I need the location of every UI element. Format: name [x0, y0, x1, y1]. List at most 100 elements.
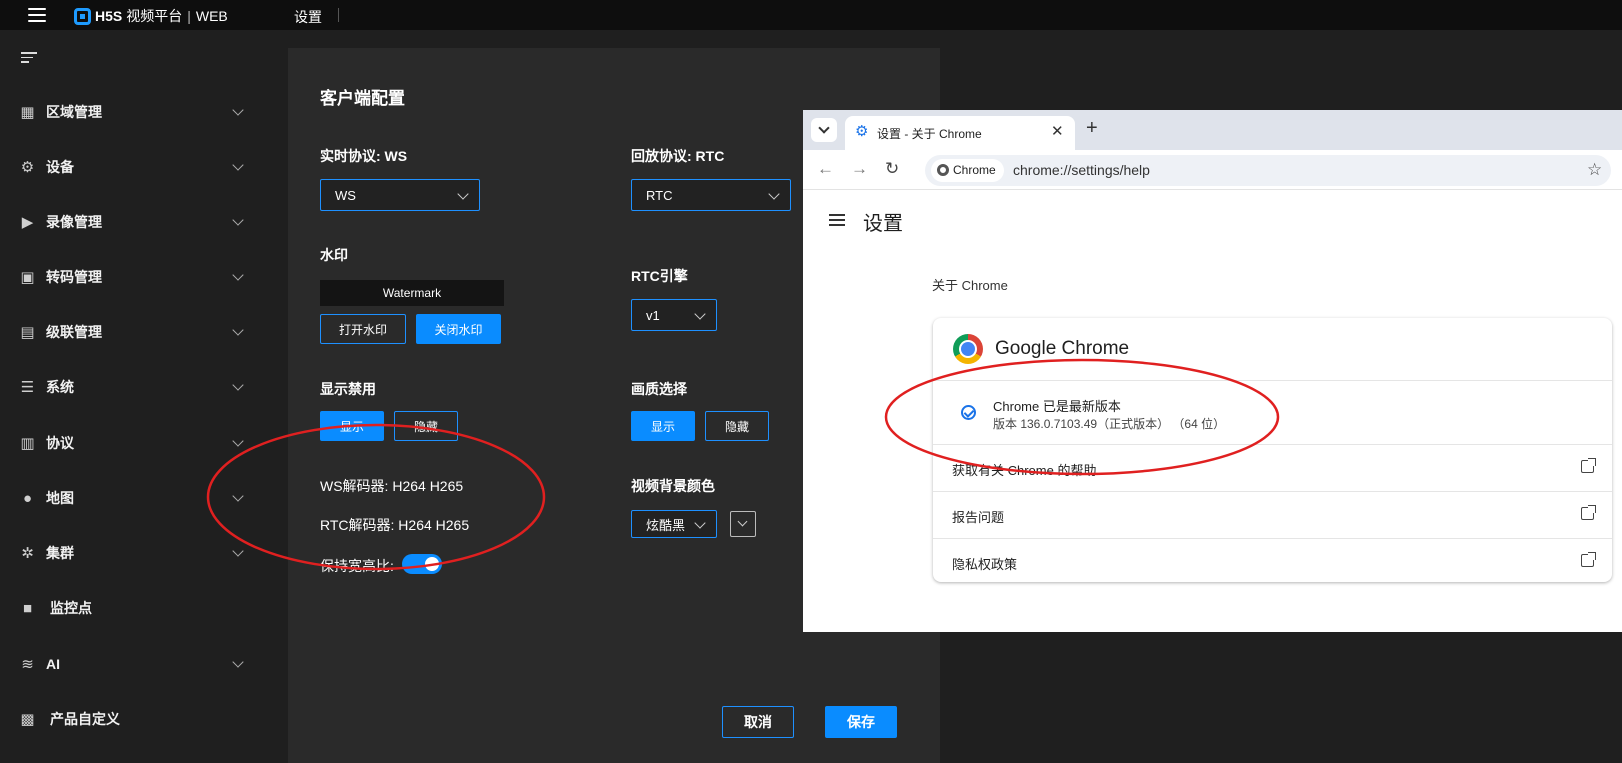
chevron-down-icon [232, 544, 244, 557]
sidebar-item-region[interactable]: ▦ 区域管理 [0, 92, 268, 132]
chevron-down-icon [232, 213, 244, 226]
playback-protocol-select[interactable]: RTC [631, 179, 791, 211]
privacy-policy-row[interactable]: 隐私权政策 [933, 539, 1612, 585]
custom-icon: ▩ [20, 711, 35, 728]
sidebar-item-map[interactable]: ● 地图 [0, 478, 268, 518]
watermark-preview: Watermark [320, 280, 504, 306]
help-link-row[interactable]: 获取有关 Chrome 的帮助 [933, 445, 1612, 491]
new-tab-icon[interactable]: + [1086, 118, 1098, 138]
chevron-down-icon [232, 103, 244, 116]
report-issue-row[interactable]: 报告问题 [933, 492, 1612, 538]
keep-ratio-toggle[interactable] [402, 554, 442, 574]
tab-strip: ⚙ 设置 - 关于 Chrome ✕ + [803, 110, 1622, 150]
close-watermark-button[interactable]: 关闭水印 [416, 314, 501, 344]
brand-separator: | [187, 8, 191, 24]
open-watermark-button[interactable]: 打开水印 [320, 314, 406, 344]
sidebar-item-product-custom[interactable]: ▩ 产品自定义 [0, 699, 268, 739]
link-label: 隐私权政策 [952, 557, 1018, 572]
display-disable-label: 显示禁用 [320, 381, 376, 397]
sidebar-item-label: 地图 [46, 490, 74, 506]
browser-toolbar: ← → ↻ Chrome chrome://settings/help ☆ [803, 150, 1622, 190]
chevron-down-icon [232, 434, 244, 447]
quality-show-button[interactable]: 显示 [631, 411, 695, 441]
camera-icon: ■ [22, 599, 33, 617]
cancel-button[interactable]: 取消 [722, 706, 794, 738]
sidebar-item-transcode[interactable]: ▣ 转码管理 [0, 257, 268, 297]
quality-label: 画质选择 [631, 381, 687, 397]
brand-name: 视频平台 [126, 8, 183, 24]
rtc-engine-select[interactable]: v1 [631, 299, 717, 331]
select-value: WS [335, 187, 356, 203]
settings-title: 设置 [863, 213, 903, 235]
chevron-down-icon [232, 158, 244, 171]
bookmark-star-icon[interactable]: ☆ [1587, 160, 1602, 180]
open-external-icon [1581, 552, 1596, 567]
cascade-icon: ▤ [20, 324, 35, 341]
document-icon: ▥ [20, 435, 35, 452]
chrome-window: ⚙ 设置 - 关于 Chrome ✕ + ← → ↻ Chrome chrome… [803, 110, 1622, 632]
site-chip[interactable]: Chrome [931, 159, 1004, 182]
brand-bold: H5S [95, 8, 123, 24]
sidebar-item-label: 转码管理 [46, 269, 102, 285]
chevron-down-icon [694, 308, 706, 320]
tab-settings[interactable]: ⚙ 设置 - 关于 Chrome ✕ [845, 116, 1075, 150]
sidebar-item-system[interactable]: ☰ 系统 [0, 367, 268, 407]
chevron-down-icon [694, 517, 706, 529]
sidebar-item-cascade[interactable]: ▤ 级联管理 [0, 312, 268, 352]
product-name: Google Chrome [995, 338, 1130, 359]
play-icon: ▶ [21, 214, 34, 231]
settings-menu-icon[interactable] [829, 214, 845, 226]
divider [933, 380, 1612, 381]
select-value: RTC [646, 187, 673, 203]
sidebar-item-label: 录像管理 [46, 214, 102, 230]
update-status: Chrome 已是最新版本 [993, 399, 1121, 414]
realtime-protocol-select[interactable]: WS [320, 179, 480, 211]
sidebar-item-monitor-point[interactable]: ■ 监控点 [0, 588, 268, 628]
keep-ratio-label: 保持宽高比: [320, 558, 394, 574]
display-show-button[interactable]: 显示 [320, 411, 384, 441]
tab-search-icon[interactable] [811, 118, 837, 142]
bg-color-label: 视频背景颜色 [631, 478, 715, 494]
save-button[interactable]: 保存 [825, 706, 897, 738]
sidebar-item-protocol[interactable]: ▥ 协议 [0, 423, 268, 463]
gear-icon: ⚙ [855, 123, 869, 140]
logo-mark-icon [74, 7, 91, 25]
display-hide-button[interactable]: 隐藏 [394, 411, 458, 441]
top-divider [338, 8, 339, 22]
url-text[interactable]: chrome://settings/help [1013, 162, 1150, 178]
gear-icon: ⚙ [20, 159, 35, 176]
panel-title: 客户端配置 [320, 89, 405, 108]
sidebar-item-label: AI [46, 656, 60, 672]
sidebar-item-ai[interactable]: ≋ AI [0, 644, 268, 684]
chrome-logo-icon [953, 334, 983, 364]
rtc-decoder-text: RTC解码器: H264 H265 [320, 517, 470, 533]
top-bar: H5S 视频平台 | WEB 设置 [0, 0, 1622, 30]
sidebar-item-cluster[interactable]: ✲ 集群 [0, 533, 268, 573]
sidebar-item-label: 监控点 [50, 600, 92, 616]
collapse-menu-icon[interactable] [21, 52, 37, 64]
bg-color-select[interactable]: 炫酷黑 [631, 510, 717, 538]
forward-icon[interactable]: → [851, 159, 868, 179]
chevron-down-icon [457, 188, 469, 200]
reload-icon[interactable]: ↻ [885, 159, 899, 179]
quality-hide-button[interactable]: 隐藏 [705, 411, 769, 441]
chevron-down-icon [232, 268, 244, 281]
playback-protocol-label: 回放协议: RTC [631, 148, 725, 164]
version-text: 版本 136.0.7103.49（正式版本） （64 位） [993, 417, 1226, 431]
watermark-label: 水印 [320, 247, 348, 263]
rtc-engine-label: RTC引擎 [631, 268, 688, 284]
open-external-icon [1581, 505, 1596, 520]
realtime-protocol-label: 实时协议: WS [320, 148, 408, 164]
sidebar-item-label: 设备 [46, 159, 74, 175]
back-icon[interactable]: ← [817, 159, 834, 179]
about-chrome-label: 关于 Chrome [932, 278, 1008, 293]
sliders-icon: ☰ [20, 379, 35, 396]
color-picker-swatch[interactable] [730, 511, 756, 537]
sidebar-item-device[interactable]: ⚙ 设备 [0, 147, 268, 187]
sidebar-item-label: 产品自定义 [50, 711, 120, 727]
transcode-icon: ▣ [20, 269, 35, 286]
sidebar-item-recording[interactable]: ▶ 录像管理 [0, 202, 268, 242]
close-icon[interactable]: ✕ [1051, 122, 1064, 140]
address-bar[interactable]: Chrome chrome://settings/help ☆ [925, 155, 1611, 186]
menu-icon[interactable] [28, 8, 46, 22]
